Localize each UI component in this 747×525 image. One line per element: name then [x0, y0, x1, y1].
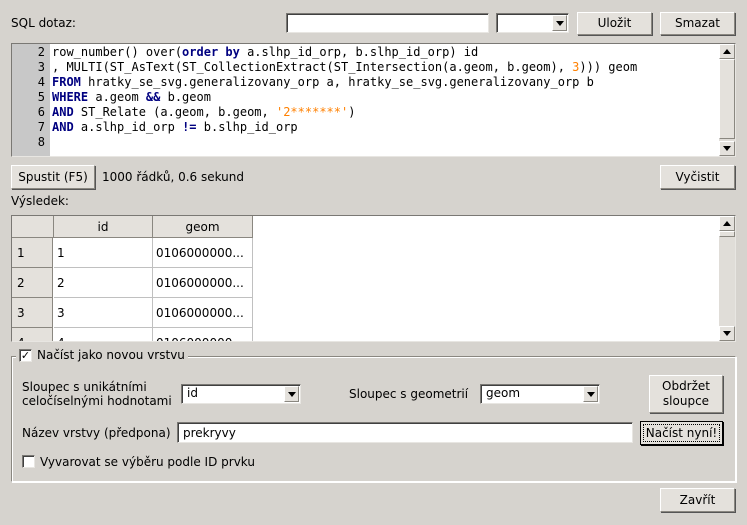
code-token: ST_Relate (a.geom, b.geom, [73, 105, 276, 119]
get-columns-label-1: Obdržet [662, 379, 710, 393]
load-now-button[interactable]: Načíst nyní! [640, 421, 723, 445]
line-number: 4 [37, 75, 45, 89]
code-token: a.slhp_id_orp [73, 120, 183, 134]
code-token: b.geom [160, 90, 211, 104]
line-number: 3 [37, 60, 45, 74]
delete-query-button[interactable]: Smazat [660, 12, 735, 35]
geometry-column-select[interactable]: geom [480, 384, 600, 404]
code-token: WHERE [52, 90, 89, 104]
code-text: WHERE a.geom && b.geom [52, 90, 211, 105]
code-token: AND [52, 105, 74, 119]
line-number: 8 [37, 135, 45, 149]
column-header-id[interactable]: id [54, 216, 153, 238]
layer-name-label: Název vrstvy (předpona) [22, 426, 171, 440]
cell-id[interactable]: 1 [54, 238, 153, 268]
scroll-up-icon[interactable] [719, 44, 735, 59]
row-header[interactable]: 3 [12, 298, 53, 328]
code-token: ))) geom [579, 60, 638, 74]
code-token: != [182, 120, 197, 134]
table-scroll-thumb[interactable] [719, 231, 735, 237]
unique-column-label-1: Sloupec s unikátními [22, 380, 147, 394]
cell-geom[interactable]: 0106000000... [153, 298, 253, 328]
row-header[interactable]: 1 [12, 238, 53, 268]
code-token: b.slhp_id_orp [196, 120, 298, 134]
sql-editor[interactable]: 2 row_number() over(order by a.slhp_id_or… [11, 43, 736, 157]
unique-column-label-2: celočíselnými hodnotami [22, 394, 172, 408]
avoid-select-label: Vyvarovat se výběru podle ID prvku [40, 455, 255, 469]
table-corner[interactable] [12, 216, 54, 238]
code-text: AND a.slhp_id_orp != b.slhp_id_orp [52, 120, 298, 135]
avoid-select-checkbox[interactable] [22, 455, 35, 468]
line-number: 2 [37, 45, 45, 59]
get-columns-button[interactable]: Obdržet sloupce [649, 375, 723, 413]
code-text: AND ST_Relate (a.geom, b.geom, '2*******… [52, 105, 355, 120]
cell-geom[interactable]: 0106000000... [153, 328, 253, 341]
results-table[interactable]: id geom 1 1 0106000000... 2 2 0106000000... 3 3… [11, 215, 736, 342]
editor-scroll-thumb[interactable] [719, 59, 735, 139]
query-name-input[interactable] [286, 13, 489, 33]
layer-name-input[interactable]: prekryvy [177, 422, 633, 443]
code-token: hratky_se_svg.generalizovany_orp a, hrat… [80, 75, 594, 89]
line-number: 7 [37, 120, 45, 134]
code-token: AND [52, 120, 74, 134]
line-number: 6 [37, 105, 45, 119]
chevron-down-icon [284, 386, 299, 402]
scroll-down-icon[interactable] [719, 326, 735, 341]
table-scrollbar[interactable] [719, 216, 735, 341]
code-token: a.slhp_id_orp, b.slhp_id_orp) id [239, 45, 479, 59]
cell-id[interactable]: 3 [54, 298, 153, 328]
column-header-geom[interactable]: geom [153, 216, 253, 238]
row-header[interactable]: 2 [12, 268, 53, 298]
get-columns-label-2: sloupce [662, 394, 710, 408]
unique-column-select[interactable]: id [181, 384, 301, 404]
code-text: FROM hratky_se_svg.generalizovany_orp a,… [52, 75, 594, 90]
load-as-layer-label: Načíst jako novou vrstvu [37, 348, 185, 362]
code-token: FROM [52, 75, 81, 89]
row-header[interactable]: 4 [12, 328, 53, 341]
code-token: && [145, 90, 161, 104]
code-token: '2*******' [275, 105, 349, 119]
geometry-column-value: geom [486, 386, 521, 400]
code-token: a.geom [88, 90, 146, 104]
saved-query-select[interactable] [496, 13, 569, 33]
run-query-button[interactable]: Spustit (F5) [11, 165, 95, 189]
scroll-up-icon[interactable] [719, 216, 735, 231]
code-token: order by [182, 45, 240, 59]
cell-geom[interactable]: 0106000000... [153, 268, 253, 298]
line-number: 5 [37, 90, 45, 104]
save-query-button[interactable]: Uložit [577, 12, 652, 35]
sql-query-label: SQL dotaz: [11, 16, 76, 30]
clear-button[interactable]: Vyčistit [660, 165, 735, 189]
result-status: 1000 řádků, 0.6 sekund [102, 170, 245, 184]
code-token: ) [348, 105, 356, 119]
results-label: Výsledek: [11, 194, 69, 208]
scroll-down-icon[interactable] [719, 141, 735, 156]
load-as-layer-checkbox[interactable]: ✓ [19, 348, 32, 362]
code-token: , MULTI(ST_AsText(ST_CollectionExtract(S… [52, 60, 573, 74]
close-button[interactable]: Zavřít [660, 488, 735, 512]
cell-id[interactable]: 4 [54, 328, 153, 341]
geometry-column-label: Sloupec s geometrií [349, 387, 469, 401]
code-token: row_number() over( [52, 45, 183, 59]
code-text: row_number() over(order by a.slhp_id_orp… [52, 45, 478, 60]
unique-column-value: id [187, 386, 198, 400]
editor-scrollbar[interactable] [719, 44, 735, 156]
chevron-down-icon [583, 386, 598, 402]
code-text: , MULTI(ST_AsText(ST_CollectionExtract(S… [52, 60, 637, 75]
chevron-down-icon [552, 15, 567, 31]
load-as-layer-toggle[interactable]: ✓ Načíst jako novou vrstvu [16, 347, 188, 363]
cell-id[interactable]: 2 [54, 268, 153, 298]
cell-geom[interactable]: 0106000000... [153, 238, 253, 268]
